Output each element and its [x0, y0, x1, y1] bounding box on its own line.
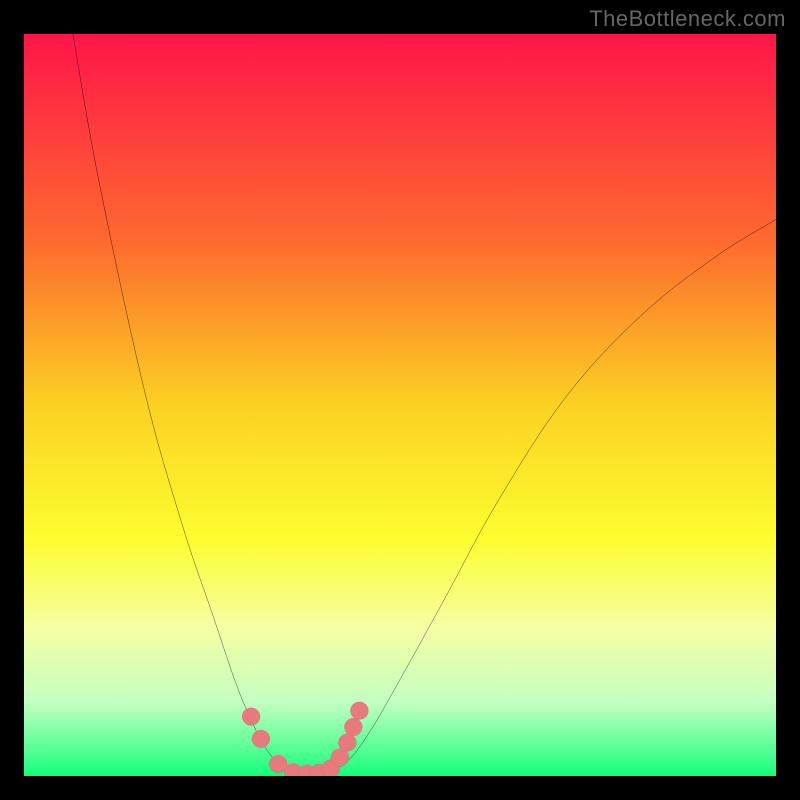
data-marker [350, 702, 368, 720]
plot-area [24, 34, 776, 776]
data-marker [242, 708, 260, 726]
data-marker [252, 730, 270, 748]
watermark-text: TheBottleneck.com [589, 6, 786, 32]
gradient-background [24, 34, 776, 776]
bottleneck-curve-chart [24, 34, 776, 776]
chart-container: TheBottleneck.com [0, 0, 800, 800]
data-marker [344, 718, 362, 736]
data-marker [338, 734, 356, 752]
